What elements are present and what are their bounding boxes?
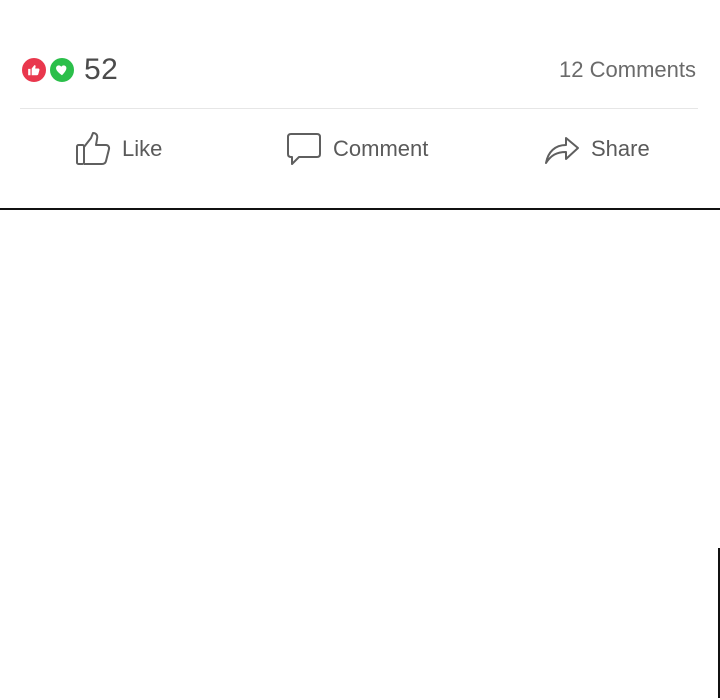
reaction-icons (20, 54, 78, 86)
reaction-summary[interactable]: 52 (20, 54, 118, 86)
comments-count[interactable]: 12 Comments (559, 56, 696, 84)
thumbs-up-icon (76, 132, 111, 165)
heart-icon (48, 56, 76, 84)
post-footer: 52 12 Comments Like Comment Share (0, 0, 720, 210)
share-arrow-icon (545, 137, 579, 164)
like-label: Like (122, 136, 163, 161)
divider (20, 108, 698, 109)
speech-bubble-icon (287, 133, 321, 165)
thumbs-up-icon (20, 56, 48, 84)
share-label: Share (591, 136, 650, 161)
reactions-row: 52 12 Comments (20, 50, 696, 90)
comment-button[interactable]: Comment (285, 124, 428, 174)
comment-label: Comment (333, 136, 429, 161)
like-button[interactable]: Like (74, 124, 162, 174)
share-button[interactable]: Share (543, 124, 650, 174)
reaction-count: 52 (84, 53, 119, 86)
post-actions: Like Comment Share (0, 124, 720, 174)
blank-panel (0, 210, 720, 700)
